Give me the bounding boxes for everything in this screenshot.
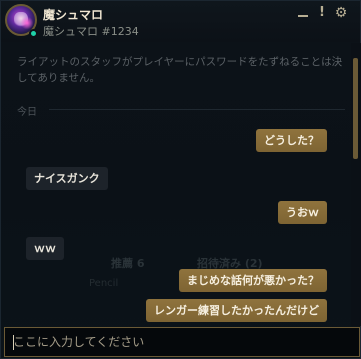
message-incoming: ナイスガンク [26, 167, 108, 190]
gear-icon[interactable]: ⚙ [334, 5, 348, 21]
message-list[interactable]: ライアットのスタッフがプレイヤーにパスワードをたずねることは決してありません。 … [1, 43, 351, 326]
message-outgoing: うおｗ [278, 201, 327, 224]
message-input-container[interactable] [4, 327, 360, 357]
message-outgoing: どうした？ [256, 129, 327, 152]
message-outgoing: レンガー練習したかったんだけど [146, 299, 327, 322]
friend-name: 魔シュマロ [43, 8, 104, 22]
chat-header: 魔シュマロ 魔シュマロ #1234 ! ⚙ [1, 1, 360, 42]
divider [49, 109, 345, 110]
alert-icon[interactable]: ! [315, 5, 329, 21]
online-status-indicator [29, 29, 38, 38]
day-separator-label: 今日 [17, 107, 37, 118]
background-name-left: Pencil [89, 278, 119, 289]
scrollbar-thumb[interactable] [353, 58, 358, 159]
day-separator: 今日 [17, 103, 347, 118]
minimize-icon[interactable] [296, 5, 310, 21]
background-tab-recommended: 推薦 6 [111, 257, 145, 270]
message-outgoing: まじめな話何が悪かった？ [179, 269, 327, 292]
friend-riot-id: 魔シュマロ #1234 [43, 25, 139, 38]
chat-window: 魔シュマロ 魔シュマロ #1234 ! ⚙ ライアットのスタッフがプレイヤーにパ… [0, 0, 361, 359]
security-notice: ライアットのスタッフがプレイヤーにパスワードをたずねることは決してありません。 [17, 56, 343, 84]
message-input[interactable] [13, 328, 353, 356]
message-incoming: ｗｗ [26, 237, 64, 260]
